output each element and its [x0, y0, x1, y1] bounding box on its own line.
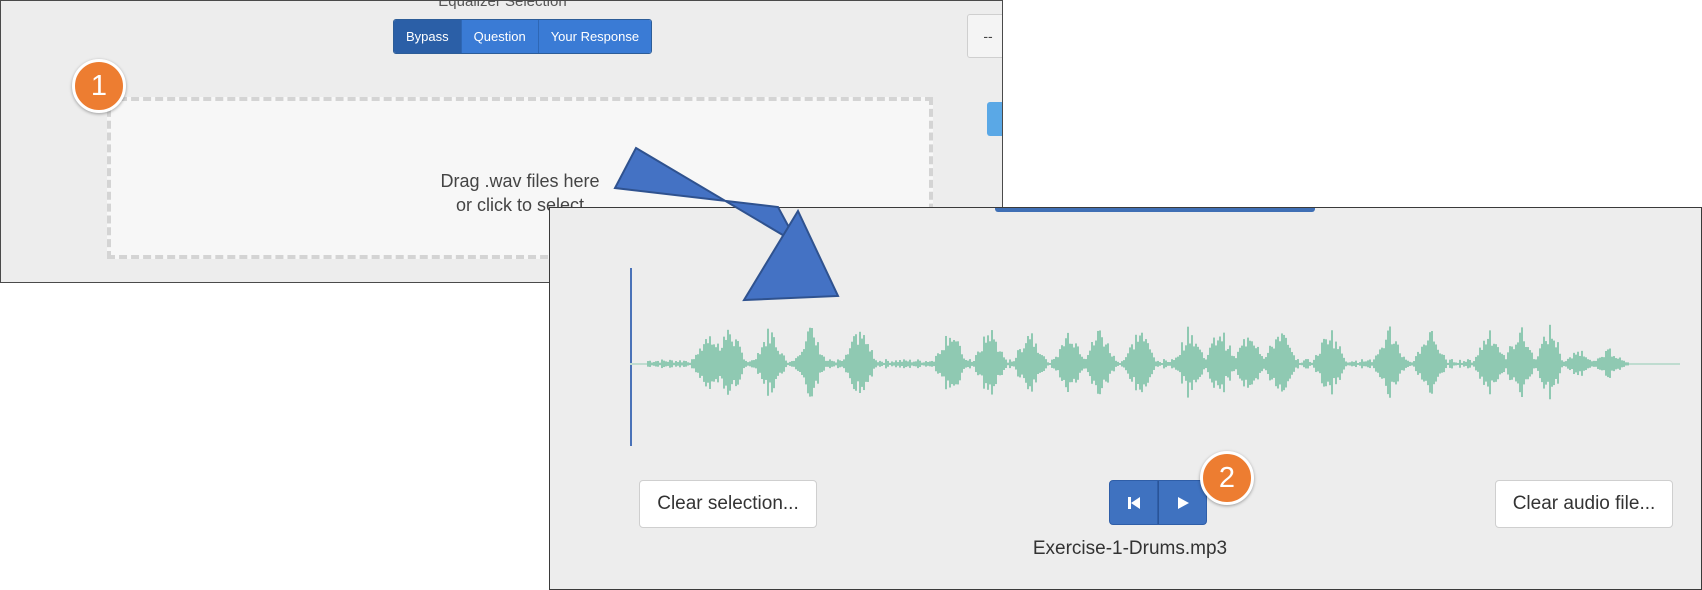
- callout-badge-1: 1: [72, 59, 126, 113]
- arrow-shaft: [613, 146, 801, 247]
- callout-badge-2: 2: [1200, 451, 1254, 505]
- annotation-arrow: [613, 146, 840, 302]
- arrow-head: [742, 208, 840, 302]
